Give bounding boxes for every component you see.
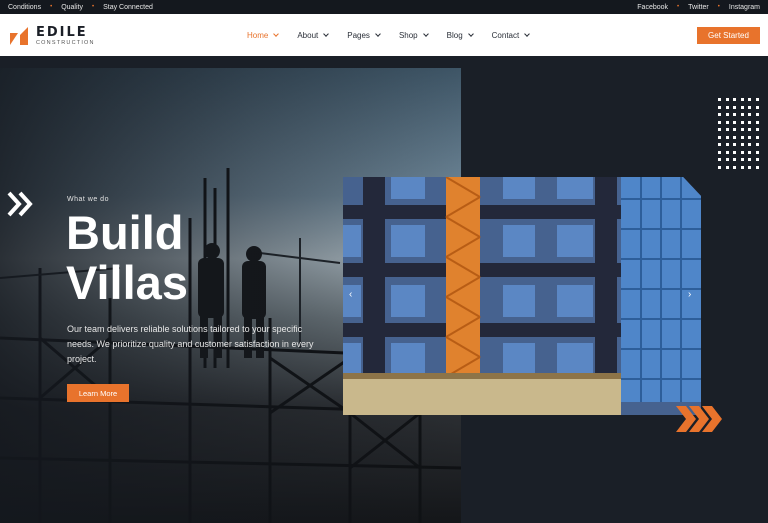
nav-item-shop[interactable]: Shop — [398, 30, 429, 40]
site-header: EDILE CONSTRUCTION Home About Pages Shop… — [0, 14, 768, 56]
nav-item-pages[interactable]: Pages — [347, 30, 381, 40]
hero-headline: Build Villas — [66, 208, 188, 308]
logo-name: EDILE — [36, 24, 88, 40]
dot-grid-decoration — [718, 98, 759, 169]
top-link-quality[interactable]: Quality — [61, 4, 83, 11]
nav-item-blog[interactable]: Blog — [446, 30, 474, 40]
main-nav: Home About Pages Shop Blog Contact — [247, 14, 548, 56]
dot-separator: • — [50, 4, 53, 10]
logo-mark-icon — [8, 25, 30, 47]
hero-kicker: What we do — [67, 196, 109, 203]
hero-headline-line1: Build — [66, 206, 184, 259]
chevron-down-icon — [375, 30, 381, 37]
top-link-conditions[interactable]: Conditions — [8, 4, 41, 11]
top-bar-right: Facebook • Twitter • Instagram — [637, 4, 760, 11]
dot-separator: • — [677, 4, 680, 10]
dot-separator: • — [91, 4, 95, 10]
top-bar: Conditions • Quality • Stay Connected Fa… — [0, 0, 768, 14]
nav-label: Contact — [491, 30, 520, 40]
social-link-twitter[interactable]: Twitter — [688, 4, 709, 11]
nav-item-home[interactable]: Home — [247, 30, 280, 40]
nav-label: Shop — [398, 30, 418, 40]
chevron-right-icon[interactable]: › — [688, 289, 691, 300]
double-chevron-right-icon — [7, 191, 33, 217]
nav-item-contact[interactable]: Contact — [491, 30, 531, 40]
nav-label: Blog — [446, 30, 463, 40]
nav-label: Pages — [347, 30, 370, 40]
hero-section: What we do Build Villas Our team deliver… — [0, 56, 768, 523]
nav-item-about[interactable]: About — [297, 30, 330, 40]
dot-separator: • — [717, 4, 720, 10]
chevron-left-icon[interactable]: ‹ — [349, 289, 352, 300]
triple-chevron-right-icon — [676, 406, 722, 432]
hero-headline-line2: Villas — [66, 256, 188, 309]
nav-label: About — [297, 30, 319, 40]
social-link-instagram[interactable]: Instagram — [729, 4, 760, 11]
chevron-down-icon — [467, 30, 474, 37]
logo[interactable]: EDILE CONSTRUCTION — [8, 23, 98, 49]
top-bar-left: Conditions • Quality • Stay Connected — [8, 4, 153, 11]
chevron-down-icon — [524, 30, 531, 37]
hero-description: Our team delivers reliable solutions tai… — [67, 324, 314, 364]
top-link-stay-connected[interactable]: Stay Connected — [103, 4, 153, 11]
logo-tagline: CONSTRUCTION — [36, 39, 95, 46]
chevron-down-icon — [422, 30, 429, 37]
chevron-down-icon — [323, 30, 330, 37]
learn-more-button[interactable]: Learn More — [67, 384, 129, 402]
chevron-down-icon — [273, 30, 280, 37]
social-link-facebook[interactable]: Facebook — [637, 4, 668, 11]
logo-wordmark: EDILE CONSTRUCTION — [36, 26, 95, 47]
nav-label: Home — [247, 30, 269, 40]
slider-image — [343, 177, 701, 415]
get-started-button[interactable]: Get Started — [697, 27, 760, 44]
